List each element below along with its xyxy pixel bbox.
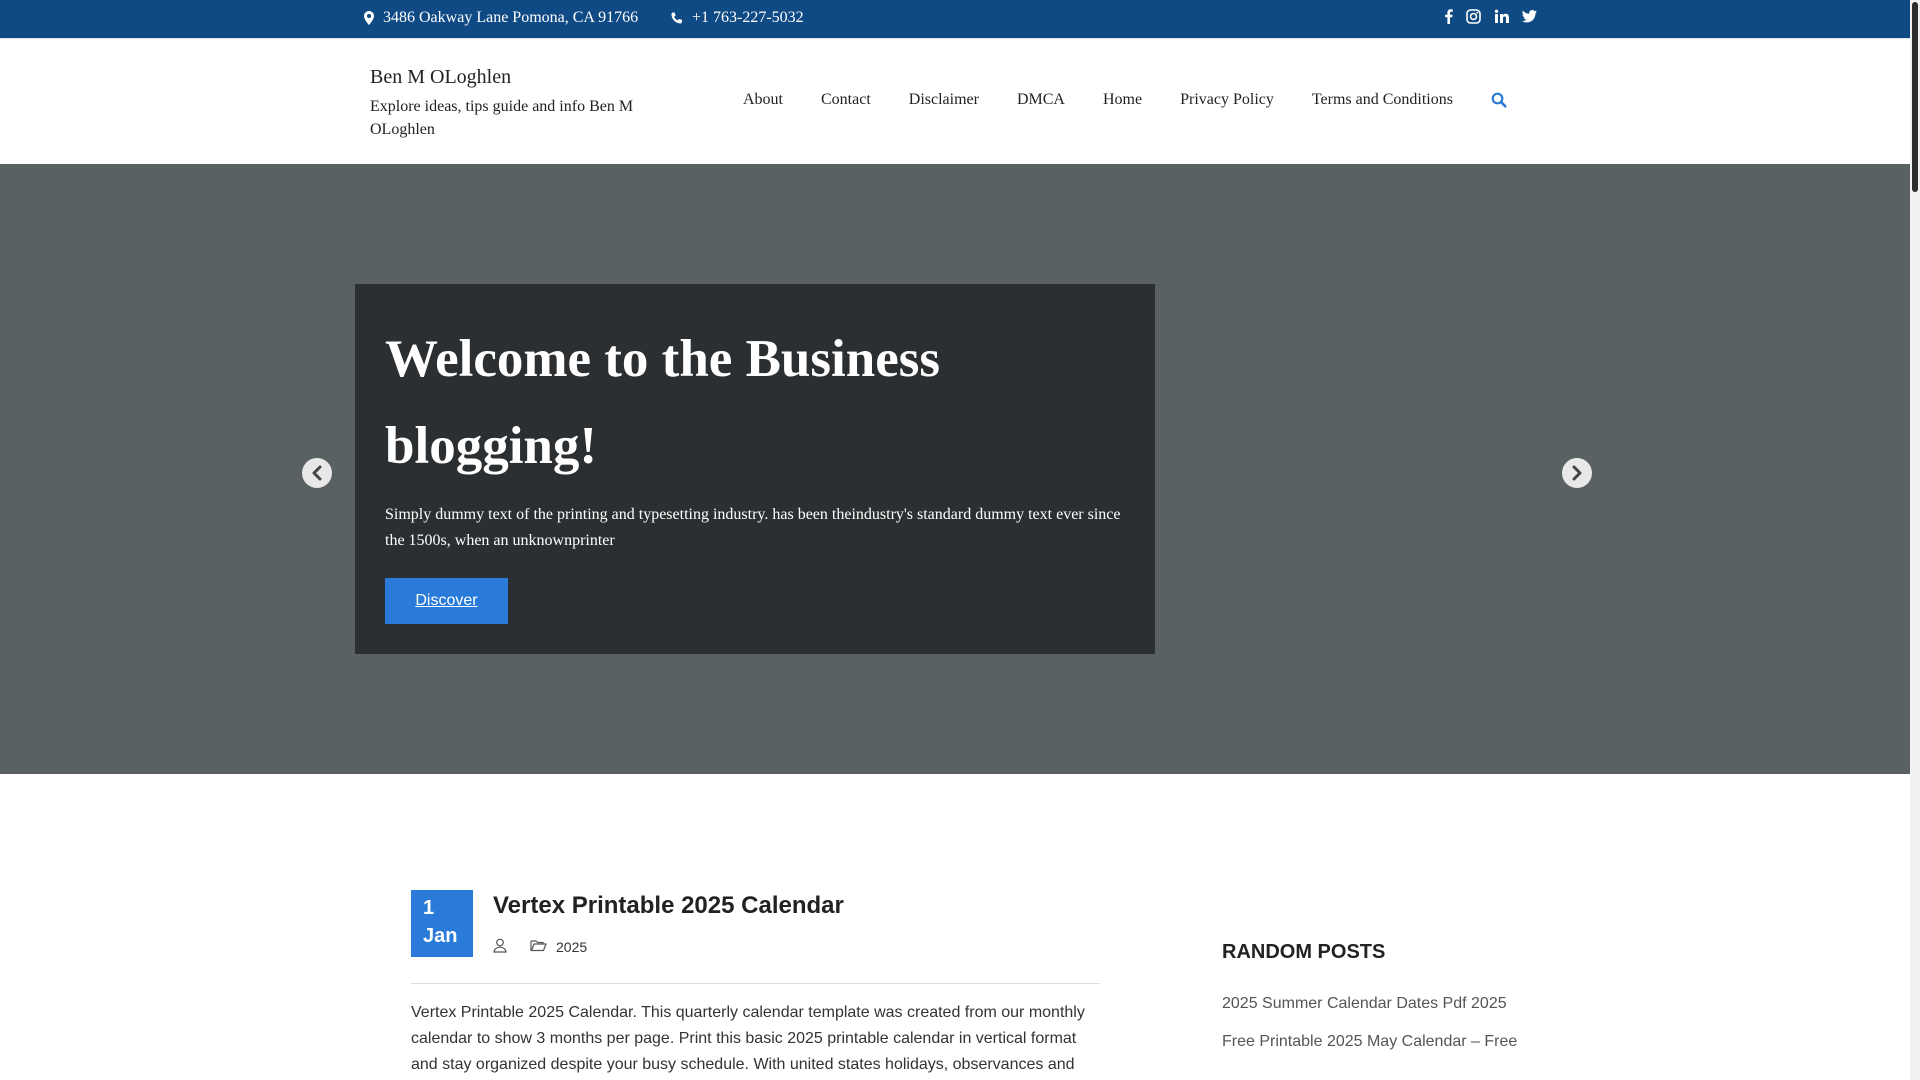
hero-title: Welcome to the Business blogging! [385,330,940,475]
nav-item-home[interactable]: Home [1103,91,1142,109]
nav-item-disclaimer[interactable]: Disclaimer [909,91,979,109]
post-date-day: 1 [423,897,435,919]
site-header: Ben M OLoghlen Explore ideas, tips guide… [0,38,1910,164]
phone-info: +1 763-227-5032 [670,9,804,27]
post-date-month: Jan [423,925,458,947]
post-date-badge: 1 Jan [411,890,473,957]
instagram-icon[interactable] [1466,9,1481,24]
folder-icon [530,939,547,955]
list-item[interactable]: 2025 Summer Calendar Dates Pdf 2025 [1222,995,1517,1013]
social-links [1444,9,1537,24]
twitter-icon[interactable] [1522,10,1537,23]
page-scrollbar[interactable] [1910,0,1920,1080]
post-category[interactable]: 2025 [530,939,587,955]
site-title[interactable]: Ben M OLoghlen [370,66,511,89]
phone-text[interactable]: +1 763-227-5032 [692,9,804,27]
post-category-label[interactable]: 2025 [556,939,587,955]
site-tagline: Explore ideas, tips guide and info Ben M… [370,98,634,138]
nav-item-dmca[interactable]: DMCA [1017,91,1065,109]
hero-text: Simply dummy text of the printing and ty… [385,506,1121,549]
nav-item-contact[interactable]: Contact [821,91,871,109]
phone-icon [670,12,683,25]
user-icon[interactable] [493,938,507,956]
post-meta: 2025 [493,938,587,956]
chevron-left-icon[interactable] [302,458,332,488]
top-bar: 3486 Oakway Lane Pomona, CA 91766 +1 763… [0,0,1910,38]
post-title[interactable]: Vertex Printable 2025 Calendar [493,892,844,920]
nav-item-terms[interactable]: Terms and Conditions [1312,91,1453,109]
nav-item-privacy-policy[interactable]: Privacy Policy [1180,91,1274,109]
hero-slider: Welcome to the Business blogging! Simply… [0,164,1910,774]
random-posts-list: 2025 Summer Calendar Dates Pdf 2025 Free… [1222,995,1517,1071]
post-divider [411,983,1100,984]
linkedin-icon[interactable] [1494,9,1509,24]
post-excerpt: Vertex Printable 2025 Calendar. This qua… [411,1004,1085,1073]
discover-button[interactable]: Discover [385,578,508,624]
search-icon[interactable] [1491,92,1509,110]
list-item[interactable]: Free Printable 2025 May Calendar – Free [1222,1033,1517,1051]
hero-caption-box: Welcome to the Business blogging! Simply… [355,284,1155,654]
main-nav: About Contact Disclaimer DMCA Home Priva… [743,91,1453,109]
address-text: 3486 Oakway Lane Pomona, CA 91766 [383,9,639,26]
map-marker-icon [364,11,374,25]
scrollbar-thumb[interactable] [1912,2,1918,192]
nav-item-about[interactable]: About [743,91,783,109]
facebook-icon[interactable] [1444,9,1453,24]
chevron-right-icon[interactable] [1562,458,1592,488]
address-info: 3486 Oakway Lane Pomona, CA 91766 [364,9,638,27]
random-posts-heading: RANDOM POSTS [1222,941,1386,963]
